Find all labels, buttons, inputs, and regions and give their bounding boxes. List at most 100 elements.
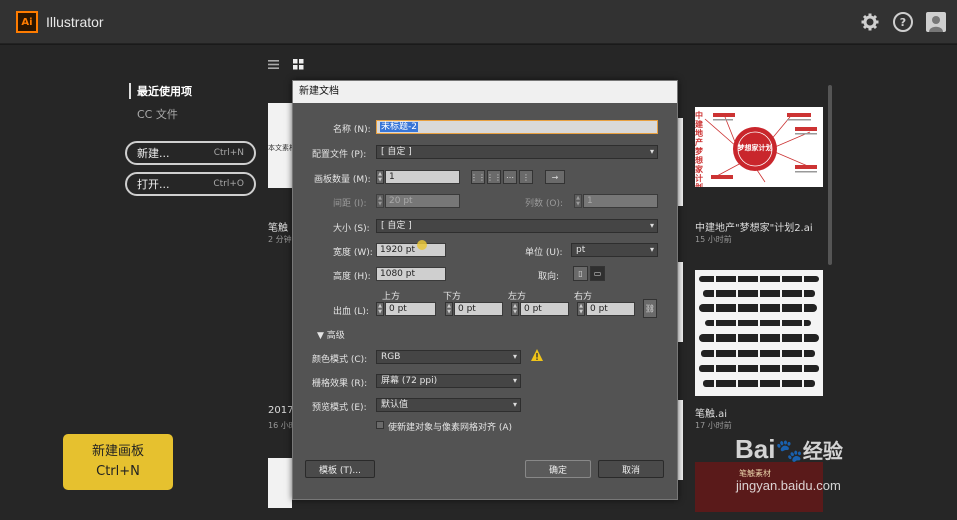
advanced-toggle[interactable]: ▼ 高级 [317,328,345,341]
scrollbar[interactable] [828,85,832,265]
title-bar: Ai Illustrator ? [0,0,957,44]
link-bleed-icon[interactable]: ⛓ [643,299,657,318]
bleed-left-stepper[interactable]: ▲ ▼ [511,302,519,316]
bleed-top-input[interactable]: 0 pt [385,302,436,316]
profile-label: 配置文件 (P): [312,150,367,160]
units-select[interactable]: pt [571,243,658,257]
artboards-label: 画板数量 (M): [314,175,371,185]
artboards-stepper[interactable]: ▲ ▼ [376,170,384,184]
file-name: 笔触.ai [695,409,728,420]
file-name: 笔触 [268,223,288,234]
nav-recent[interactable]: 最近使用项 [129,83,192,99]
raster-select[interactable]: 屏幕 (72 ppi) [376,374,521,388]
bleed-top-label: 上方 [382,292,401,302]
height-label: 高度 (H): [333,272,371,282]
layout-direction-icon[interactable]: → [545,170,565,184]
file-name: 中建地产"梦想家"计划2.ai [695,223,813,234]
advanced-label: 高级 [326,331,345,341]
ok-button[interactable]: 确定 [525,460,591,478]
new-button-label: 新建... [137,147,170,160]
name-label: 名称 (N): [333,125,371,135]
portrait-icon[interactable]: ▯ [573,266,588,281]
height-input[interactable]: 1080 pt [376,267,446,281]
bleed-top-stepper[interactable]: ▲ ▼ [376,302,384,316]
arrange-column-icon[interactable]: ⋮ [519,170,533,184]
chevron-down-icon: ▼ [317,331,324,341]
illustrator-logo: Ai [16,11,38,33]
file-thumbnail[interactable]: 中建地产梦想家计划 梦想家计划 [695,107,823,187]
file-time: 17 小时前 [695,421,732,430]
thumbnail-circle-text: 梦想家计划 [737,144,773,152]
help-icon[interactable]: ? [893,12,913,32]
bleed-bottom-stepper[interactable]: ▲ ▼ [445,302,453,316]
thumbnail-vertical-text: 中建地产梦想家计划 [695,111,703,187]
width-label: 宽度 (W): [333,248,373,258]
name-input[interactable]: 未标题-2 [376,120,658,134]
cursor-highlight [417,240,427,250]
bleed-right-label: 右方 [574,292,593,302]
watermark-brand-cn: 经验 [802,441,843,463]
grid-by-row-icon[interactable]: ⋮⋮ [470,170,486,184]
orientation-label: 取向: [538,272,560,282]
watermark-url: jingyan.baidu.com [736,478,841,493]
open-button[interactable]: 打开... Ctrl+O [125,172,256,196]
preview-select[interactable]: 默认值 [376,398,521,412]
list-view-icon[interactable] [268,59,279,70]
nav-cc-files[interactable]: CC 文件 [137,106,178,122]
new-button[interactable]: 新建... Ctrl+N [125,141,256,165]
bleed-bottom-label: 下方 [443,292,462,302]
color-mode-select[interactable]: RGB [376,350,521,364]
columns-stepper[interactable]: ▲ ▼ [574,194,582,208]
thumbnail-text: 本文素材 [268,144,292,152]
align-grid-checkbox[interactable] [376,421,384,429]
landscape-icon[interactable]: ▭ [590,266,605,281]
new-artboard-button[interactable]: 新建画板 Ctrl+N [63,434,173,490]
width-input[interactable]: 1920 pt [376,243,446,257]
file-thumbnail[interactable] [695,270,823,396]
watermark-brand: Bai [735,434,776,464]
file-time: 2 分钟 [268,235,292,244]
file-time: 15 小时前 [695,235,732,244]
avatar[interactable] [926,12,946,32]
name-input-value: 未标题-2 [380,122,418,132]
bleed-right-stepper[interactable]: ▲ ▼ [577,302,585,316]
file-thumbnail[interactable]: 本文素材 [268,103,292,188]
size-label: 大小 (S): [333,224,370,234]
size-select[interactable]: [ 自定 ] [376,219,658,233]
grid-view-icon[interactable] [293,59,304,70]
columns-input[interactable]: 1 [583,194,658,208]
warning-icon [530,348,544,362]
bleed-left-input[interactable]: 0 pt [520,302,569,316]
cancel-button[interactable]: 取消 [598,460,664,478]
gear-icon[interactable] [860,12,880,32]
bleed-bottom-input[interactable]: 0 pt [454,302,503,316]
raster-label: 栅格效果 (R): [312,379,368,389]
dialog-body: 名称 (N): 未标题-2 配置文件 (P): [ 自定 ] 画板数量 (M):… [293,103,677,499]
preview-label: 预览模式 (E): [312,403,367,413]
units-label: 单位 (U): [525,248,563,258]
app-title: Illustrator [46,14,104,30]
open-button-shortcut: Ctrl+O [213,179,244,189]
spacing-label: 间距 (I): [333,199,367,209]
new-document-dialog: 新建文档 名称 (N): 未标题-2 配置文件 (P): [ 自定 ] 画板数量… [292,80,678,500]
file-time: 16 小时 [268,421,292,430]
new-button-shortcut: Ctrl+N [213,148,244,158]
file-thumbnail[interactable] [268,458,292,508]
artboards-input[interactable]: 1 [385,170,460,184]
dialog-title: 新建文档 [293,81,677,103]
new-artboard-shortcut: Ctrl+N [96,464,140,479]
watermark-logo: Bai🐾经验 [735,434,843,464]
spacing-input[interactable]: 20 pt [385,194,460,208]
columns-label: 列数 (O): [525,199,563,209]
bleed-left-label: 左方 [508,292,527,302]
open-button-label: 打开... [137,178,170,191]
align-grid-label: 使新建对象与像素网格对齐 (A) [388,423,513,433]
grid-by-column-icon[interactable]: ⋮⋮ [486,170,502,184]
template-button[interactable]: 模板 (T)... [305,460,375,478]
file-name: 2017-3 [268,405,292,416]
spacing-stepper[interactable]: ▲ ▼ [376,194,384,208]
color-mode-label: 颜色模式 (C): [312,355,368,365]
profile-select[interactable]: [ 自定 ] [376,145,658,159]
bleed-right-input[interactable]: 0 pt [586,302,635,316]
arrange-row-icon[interactable]: ⋯ [503,170,517,184]
